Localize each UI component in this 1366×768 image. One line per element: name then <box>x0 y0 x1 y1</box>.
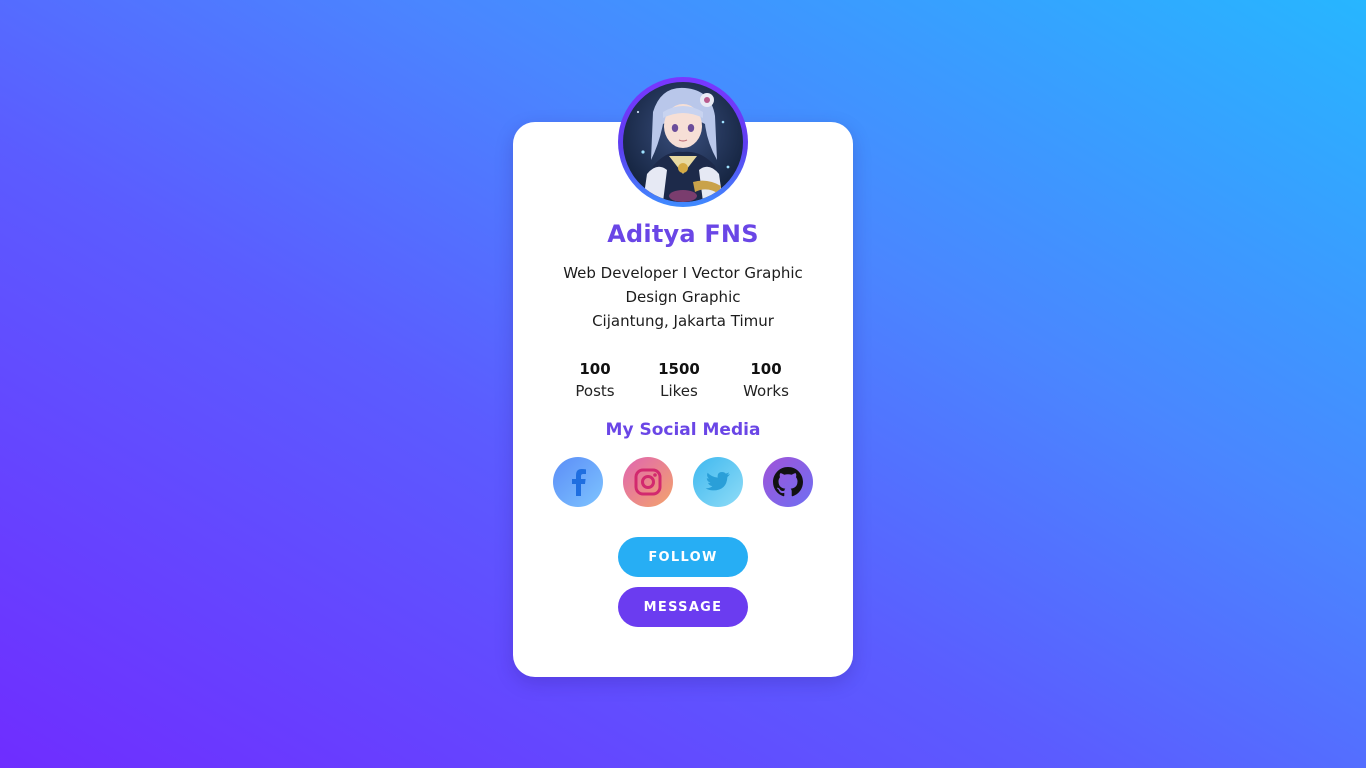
facebook-icon <box>572 469 586 496</box>
profile-name: Aditya FNS <box>607 220 759 248</box>
bio-specialty: Design Graphic <box>625 288 741 306</box>
stat-posts-label: Posts <box>575 382 615 400</box>
avatar[interactable] <box>623 82 743 202</box>
bio-location: Cijantung, Jakarta Timur <box>592 312 774 330</box>
stat-works-value: 100 <box>750 360 782 378</box>
stat-posts: 100 Posts <box>555 358 635 402</box>
profile-stats: 100 Posts 1500 Likes 100 Works <box>553 358 813 408</box>
twitter-icon <box>705 472 730 491</box>
github-link[interactable] <box>763 457 813 507</box>
stat-posts-value: 100 <box>579 360 611 378</box>
profile-bio: Web Developer I Vector Graphic Design Gr… <box>513 261 853 333</box>
social-links <box>553 457 813 507</box>
stat-likes-value: 1500 <box>658 360 700 378</box>
social-media-title: My Social Media <box>605 420 761 440</box>
twitter-link[interactable] <box>693 457 743 507</box>
bio-role: Web Developer I Vector Graphic <box>563 264 803 282</box>
github-icon <box>773 467 803 497</box>
follow-button[interactable]: FOLLOW <box>618 537 748 577</box>
stat-likes-label: Likes <box>660 382 698 400</box>
avatar-ring <box>618 77 748 207</box>
stat-works-label: Works <box>743 382 789 400</box>
stat-likes: 1500 Likes <box>639 358 719 402</box>
stat-works: 100 Works <box>726 358 806 402</box>
instagram-link[interactable] <box>623 457 673 507</box>
message-button[interactable]: MESSAGE <box>618 587 748 627</box>
facebook-link[interactable] <box>553 457 603 507</box>
instagram-icon <box>634 468 662 496</box>
